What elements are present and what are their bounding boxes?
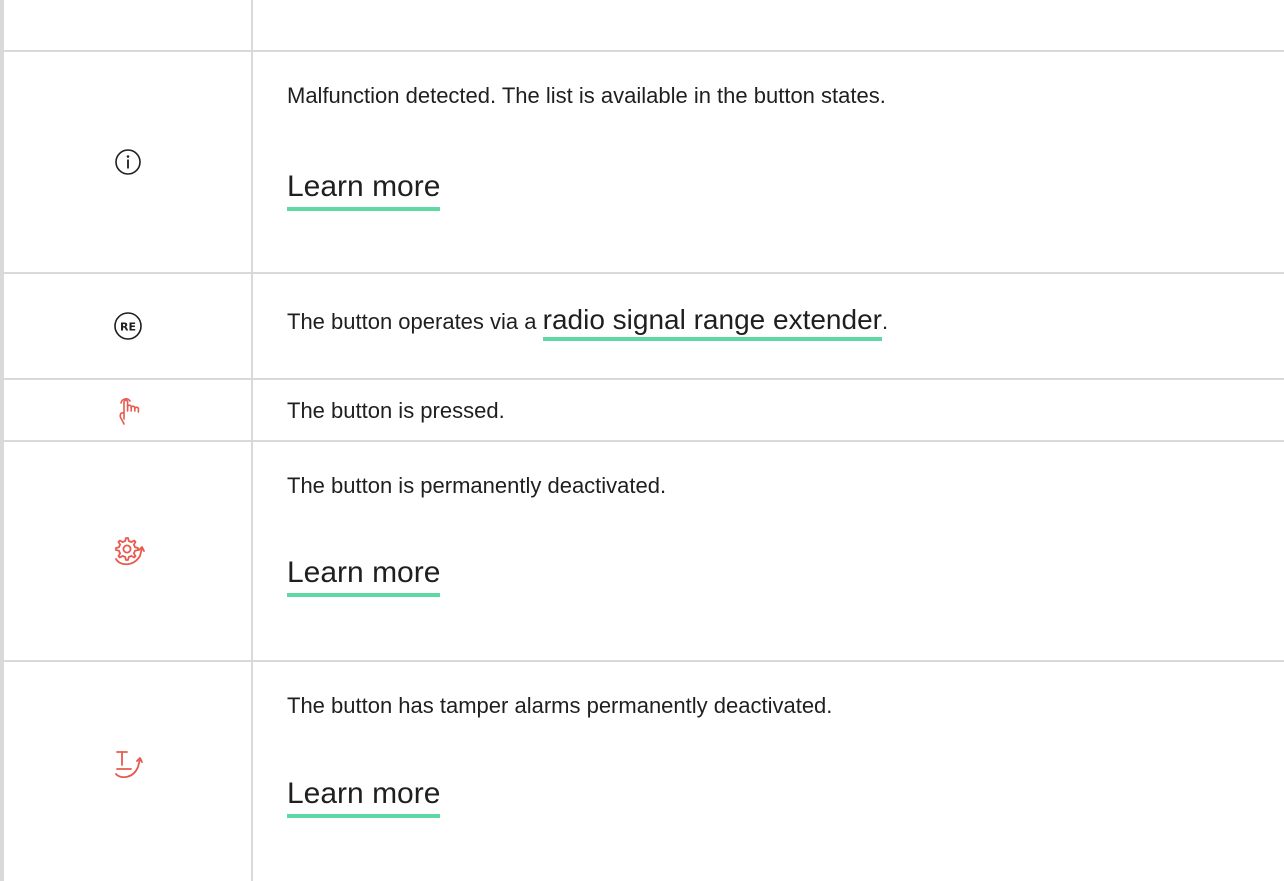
gear-deactivated-icon <box>114 537 145 566</box>
table-row-tamper-deactivated: The button has tamper alarms permanently… <box>4 662 1284 881</box>
hand-pressed-icon <box>118 398 139 425</box>
range-extender-re-icon: RE <box>113 312 142 340</box>
info-circle-icon <box>114 149 141 175</box>
description-cell: The button is permanently deactivated. L… <box>287 442 1268 660</box>
column-divider <box>251 0 253 881</box>
deactivated-text: The button is permanently deactivated. <box>287 473 667 498</box>
icon-cell <box>4 380 251 440</box>
learn-more-link-malfunction[interactable]: Learn more <box>287 169 441 211</box>
range-extender-text: The button operates via a radio signal r… <box>287 304 889 341</box>
pressed-text: The button is pressed. <box>287 398 505 423</box>
states-table: Malfunction detected. The list is availa… <box>0 0 1284 881</box>
description-cell: The button operates via a radio signal r… <box>287 274 1268 378</box>
learn-more-link-deactivated[interactable]: Learn more <box>287 555 441 597</box>
description-cell: Malfunction detected. The list is availa… <box>287 52 1268 272</box>
table-row-top-partial <box>4 0 1284 52</box>
learn-more-link-tamper[interactable]: Learn more <box>287 776 441 818</box>
range-extender-text-after: . <box>881 309 889 334</box>
table-row-malfunction: Malfunction detected. The list is availa… <box>4 52 1284 274</box>
table-row-range-extender: RE The button operates via a radio signa… <box>4 274 1284 380</box>
icon-cell: RE <box>4 274 251 378</box>
table-row-pressed: The button is pressed. <box>4 380 1284 442</box>
icon-cell <box>4 52 251 272</box>
description-cell: The button has tamper alarms permanently… <box>287 662 1268 881</box>
tamper-deactivated-icon <box>114 751 143 779</box>
icon-cell <box>4 662 251 866</box>
re-icon-label: RE <box>120 321 136 334</box>
tamper-deactivated-text: The button has tamper alarms permanently… <box>287 693 833 718</box>
table-row-deactivated: The button is permanently deactivated. L… <box>4 442 1284 662</box>
icon-cell <box>4 442 251 660</box>
range-extender-text-before: The button operates via a <box>287 309 543 334</box>
radio-signal-range-extender-link[interactable]: radio signal range extender <box>542 304 882 341</box>
description-cell: The button is pressed. <box>287 380 1268 440</box>
malfunction-text: Malfunction detected. The list is availa… <box>287 83 886 108</box>
